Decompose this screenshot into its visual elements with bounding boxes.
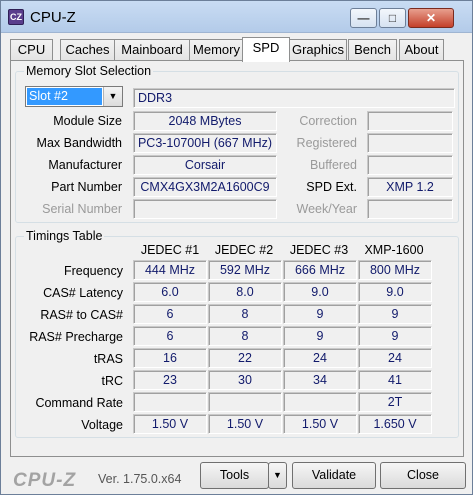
tab-bench[interactable]: Bench (348, 39, 397, 61)
minimize-icon: — (357, 11, 370, 25)
cpuz-brand-logo: CPU-Z (13, 470, 77, 491)
tab-mainboard[interactable]: Mainboard (114, 39, 190, 61)
tab-memory[interactable]: Memory (189, 39, 244, 61)
version-label: Ver. 1.75.0.x64 (98, 472, 182, 486)
part-number-label: Part Number (51, 180, 122, 194)
minimize-button[interactable]: — (350, 8, 377, 28)
timing-cell: 9 (358, 326, 432, 346)
timing-cell (208, 392, 282, 412)
timing-cell: 9 (283, 326, 357, 346)
correction-value (367, 111, 453, 131)
slot-select-value: Slot #2 (27, 88, 102, 105)
column-header: JEDEC #2 (214, 243, 274, 257)
week-year-label: Week/Year (296, 202, 357, 216)
timing-cell: 30 (208, 370, 282, 390)
close-window-button[interactable]: ✕ (408, 8, 454, 28)
timing-row-label: CAS# Latency (43, 286, 123, 300)
tab-cpu[interactable]: CPU (10, 39, 53, 61)
timing-cell: 2T (358, 392, 432, 412)
timing-cell: 6 (133, 304, 207, 324)
timing-cell: 592 MHz (208, 260, 282, 280)
maximize-icon: □ (388, 11, 397, 25)
slot-select[interactable]: Slot #2 ▼ (25, 86, 123, 107)
timing-cell: 9 (283, 304, 357, 324)
window-title: CPU-Z (30, 9, 76, 26)
timing-cell (133, 392, 207, 412)
timing-row-label: Voltage (81, 418, 123, 432)
timing-cell: 8 (208, 326, 282, 346)
maximize-button[interactable]: □ (379, 8, 406, 28)
memory-type-field: DDR3 (133, 88, 455, 108)
timing-row-label: RAS# to CAS# (40, 308, 123, 322)
bottom-bar: CPU-Z Ver. 1.75.0.x64 Tools ▼ Validate C… (1, 459, 472, 494)
timing-cell: 6.0 (133, 282, 207, 302)
column-header: JEDEC #3 (289, 243, 349, 257)
max-bandwidth-label: Max Bandwidth (36, 136, 122, 150)
column-header: XMP-1600 (364, 243, 424, 257)
spd-ext-value: XMP 1.2 (367, 177, 453, 197)
validate-button[interactable]: Validate (292, 462, 376, 489)
timing-cell: 1.50 V (208, 414, 282, 434)
timing-cell: 9.0 (358, 282, 432, 302)
close-icon: ✕ (425, 11, 437, 25)
cpuz-app-icon: CZ (8, 9, 24, 25)
max-bandwidth-value: PC3-10700H (667 MHz) (133, 133, 277, 153)
timing-cell: 666 MHz (283, 260, 357, 280)
part-number-value: CMX4GX3M2A1600C9 (133, 177, 277, 197)
timing-cell: 24 (358, 348, 432, 368)
timing-cell: 22 (208, 348, 282, 368)
timing-cell: 24 (283, 348, 357, 368)
timing-row-label: RAS# Precharge (29, 330, 123, 344)
serial-number-value (133, 199, 277, 219)
column-header: JEDEC #1 (140, 243, 200, 257)
timing-cell (283, 392, 357, 412)
tools-button[interactable]: Tools (200, 462, 269, 489)
timing-cell: 9 (358, 304, 432, 324)
title-bar[interactable]: CZ CPU-Z — □ ✕ (1, 1, 472, 33)
buffered-value (367, 155, 453, 175)
tab-caches[interactable]: Caches (60, 39, 115, 61)
tab-spd[interactable]: SPD (242, 37, 290, 62)
manufacturer-label: Manufacturer (48, 158, 122, 172)
timing-row-label: Frequency (63, 264, 123, 278)
timing-cell: 1.50 V (133, 414, 207, 434)
timings-table-group-title: Timings Table (24, 229, 105, 243)
timing-row-label: tRAS (93, 352, 123, 366)
timing-cell: 34 (283, 370, 357, 390)
close-button[interactable]: Close (380, 462, 466, 489)
timing-cell: 16 (133, 348, 207, 368)
timing-cell: 1.650 V (358, 414, 432, 434)
module-size-value: 2048 MBytes (133, 111, 277, 131)
timing-row-label: tRC (101, 374, 123, 388)
buffered-label: Buffered (309, 158, 357, 172)
timing-cell: 1.50 V (283, 414, 357, 434)
timing-cell: 800 MHz (358, 260, 432, 280)
timing-cell: 41 (358, 370, 432, 390)
module-size-label: Module Size (53, 114, 122, 128)
cpuz-window: CZ CPU-Z — □ ✕ CPU Caches Mainboard Memo… (0, 0, 473, 495)
manufacturer-value: Corsair (133, 155, 277, 175)
timing-cell: 8 (208, 304, 282, 324)
registered-value (367, 133, 453, 153)
week-year-value (367, 199, 453, 219)
chevron-down-icon[interactable]: ▼ (103, 87, 122, 106)
timing-cell: 6 (133, 326, 207, 346)
timing-cell: 23 (133, 370, 207, 390)
spd-ext-label: SPD Ext. (306, 180, 357, 194)
memory-slot-group-title: Memory Slot Selection (24, 64, 154, 78)
chevron-down-icon[interactable]: ▼ (268, 462, 287, 489)
timing-cell: 8.0 (208, 282, 282, 302)
timing-cell: 9.0 (283, 282, 357, 302)
serial-number-label: Serial Number (42, 202, 122, 216)
registered-label: Registered (296, 136, 357, 150)
timing-row-label: Command Rate (35, 396, 123, 410)
tab-graphics[interactable]: Graphics (289, 39, 347, 61)
tab-about[interactable]: About (399, 39, 444, 61)
spd-panel: Memory Slot Selection Slot #2 ▼ DDR3 Mod… (10, 60, 464, 457)
correction-label: Correction (299, 114, 357, 128)
timing-cell: 444 MHz (133, 260, 207, 280)
